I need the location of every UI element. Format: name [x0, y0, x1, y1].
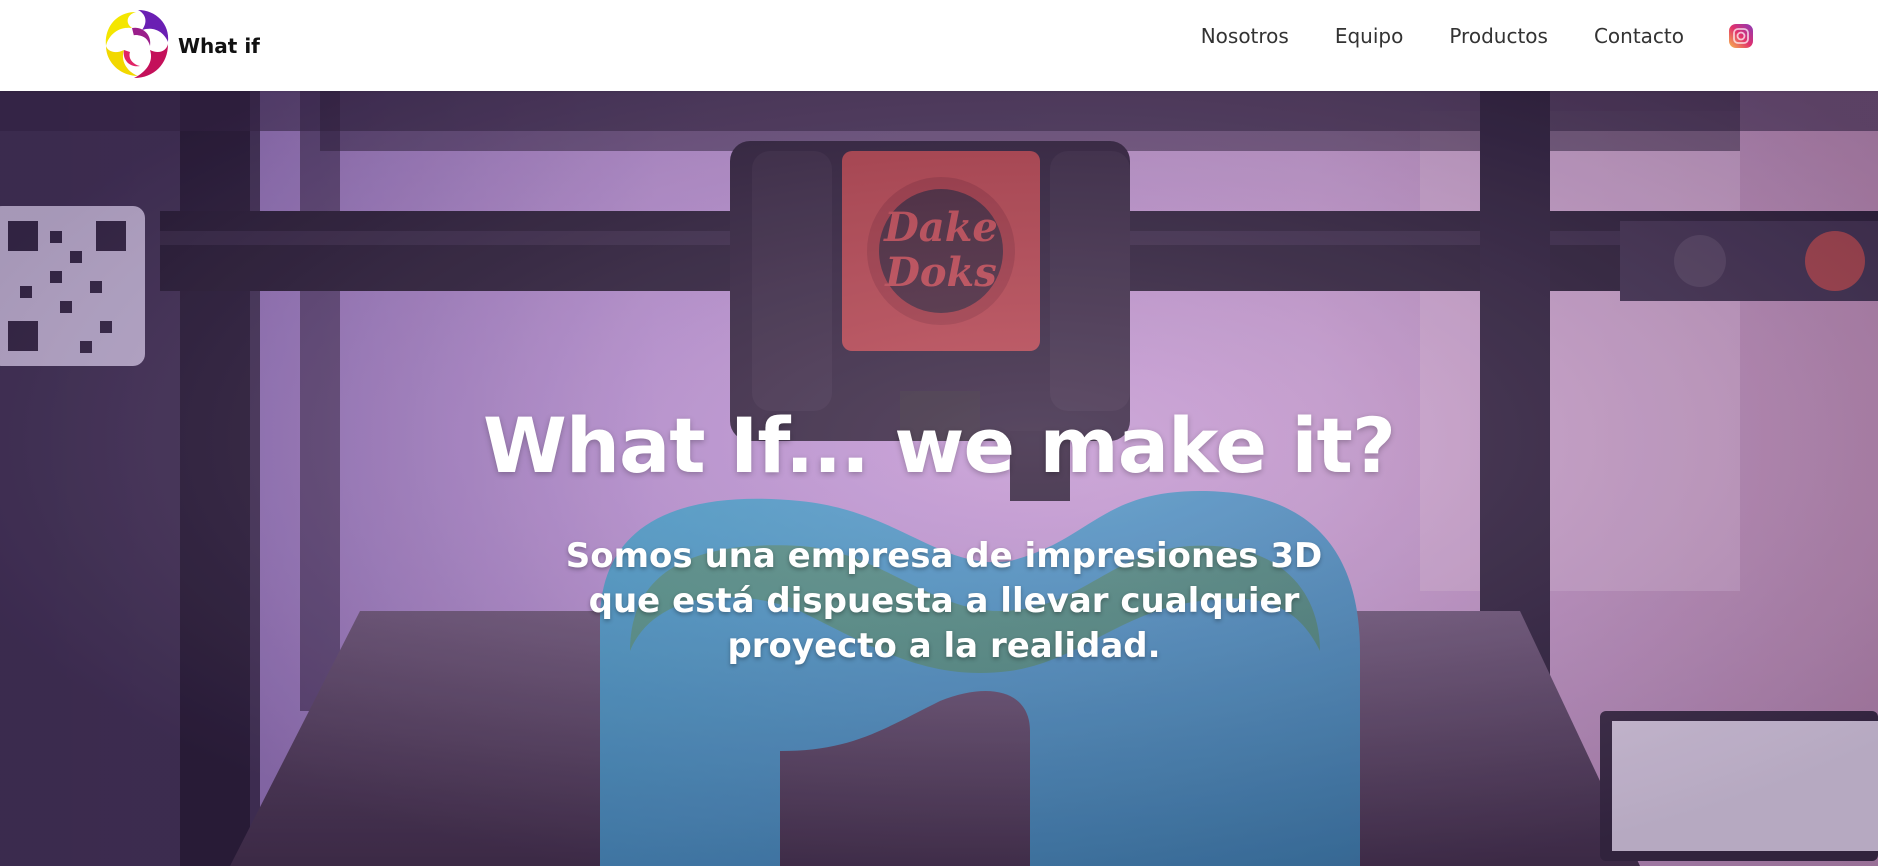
brand-logo[interactable]: What if — [98, 4, 260, 84]
nav-item-nosotros[interactable]: Nosotros — [1201, 24, 1289, 48]
nav-item-productos[interactable]: Productos — [1449, 24, 1548, 48]
swirl-logo-icon — [105, 10, 169, 78]
main-nav: Nosotros Equipo Productos Contacto — [1201, 0, 1878, 72]
hero-title: What If... we make it? — [483, 401, 1396, 490]
brand-name: What if — [178, 34, 260, 58]
nav-item-equipo[interactable]: Equipo — [1335, 24, 1404, 48]
site-header: What if Nosotros Equipo Productos Contac… — [0, 0, 1878, 91]
hero-section: Dake Doks What If... we make it? Somos u… — [0, 91, 1878, 866]
instagram-icon[interactable] — [1728, 23, 1754, 49]
hero-subtitle: Somos una empresa de impresiones 3D que … — [565, 536, 1323, 666]
nav-item-contacto[interactable]: Contacto — [1594, 24, 1684, 48]
